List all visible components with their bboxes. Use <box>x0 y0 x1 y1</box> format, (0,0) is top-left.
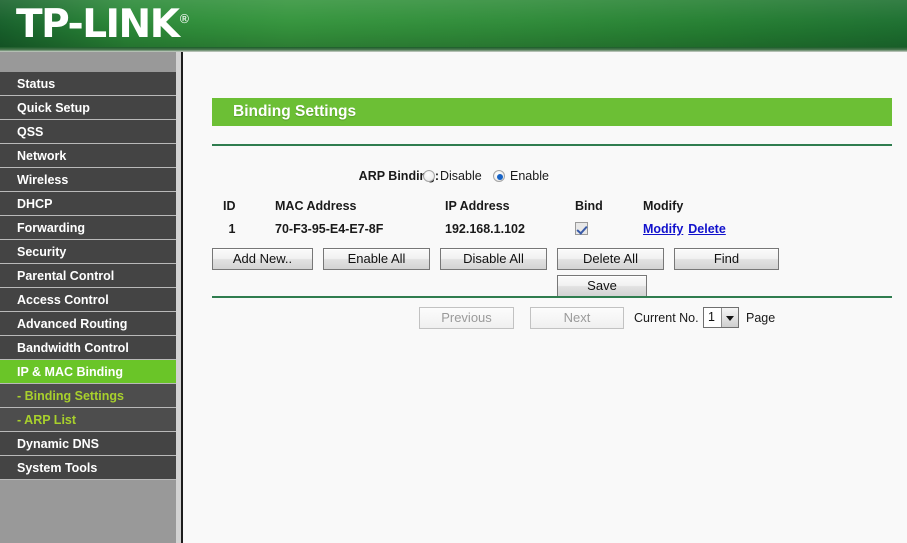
current-page-label: Current No. <box>634 311 699 325</box>
arp-binding-disable-option[interactable]: Disable <box>423 164 482 188</box>
column-header-id: ID <box>223 199 236 213</box>
main-content: Binding Settings ARP Binding: Disable En… <box>183 52 907 543</box>
radio-enable-icon[interactable] <box>493 170 505 182</box>
find-button[interactable]: Find <box>674 248 779 270</box>
delete-link[interactable]: Delete <box>688 222 726 236</box>
delete-all-button[interactable]: Delete All <box>557 248 664 270</box>
column-header-ip: IP Address <box>445 199 510 213</box>
sidebar-item-quick-setup[interactable]: Quick Setup <box>0 96 176 120</box>
arp-binding-enable-option[interactable]: Enable <box>493 164 549 188</box>
save-button[interactable]: Save <box>557 275 647 297</box>
table-row: 1 70-F3-95-E4-E7-8F 192.168.1.102 Modify… <box>183 218 907 241</box>
sidebar-item-arp-list[interactable]: - ARP List <box>0 408 176 432</box>
arp-enable-label: Enable <box>510 169 549 183</box>
arp-binding-label: ARP Binding: <box>358 169 439 183</box>
sidebar-item-bandwidth-control[interactable]: Bandwidth Control <box>0 336 176 360</box>
sidebar-item-network[interactable]: Network <box>0 144 176 168</box>
cell-modify: Modify Delete <box>643 218 731 241</box>
sidebar-item-parental-control[interactable]: Parental Control <box>0 264 176 288</box>
cell-ip: 192.168.1.102 <box>445 222 525 236</box>
action-button-row: Add New.. Enable All Disable All Delete … <box>183 248 907 272</box>
binding-table: ID MAC Address IP Address Bind Modify 1 … <box>183 195 907 241</box>
sidebar-item-security[interactable]: Security <box>0 240 176 264</box>
next-page-button[interactable]: Next <box>530 307 624 329</box>
sidebar-menu: Status Quick Setup QSS Network Wireless DHCP F… <box>0 72 176 480</box>
sidebar-nav: Status Quick Setup QSS Network Wireless DHCP F… <box>0 52 176 543</box>
pagination-row: Previous Next Current No. 1 Page <box>183 307 907 331</box>
sidebar-item-forwarding[interactable]: Forwarding <box>0 216 176 240</box>
page-title: Binding Settings <box>233 103 357 120</box>
page-suffix-label: Page <box>746 311 776 325</box>
table-header-row: ID MAC Address IP Address Bind Modify <box>183 195 907 218</box>
sidebar-item-dynamic-dns[interactable]: Dynamic DNS <box>0 432 176 456</box>
cell-bind <box>575 218 621 241</box>
sidebar-filler <box>0 480 176 543</box>
page-header: TP-LINK® <box>0 0 907 47</box>
sidebar-item-wireless[interactable]: Wireless <box>0 168 176 192</box>
sidebar-top-spacer <box>0 52 176 72</box>
column-header-modify: Modify <box>643 199 684 213</box>
content-divider-top <box>212 144 892 146</box>
radio-disable-icon[interactable] <box>423 170 435 182</box>
content-divider-bottom <box>212 296 892 298</box>
page-title-bar: Binding Settings <box>212 98 892 126</box>
router-admin-page: TP-LINK® Status Quick Setup QSS Network Wire… <box>0 0 907 543</box>
tplink-logo: TP-LINK® <box>16 0 190 47</box>
column-header-mac: MAC Address <box>275 199 357 213</box>
logo-text: TP-LINK <box>16 2 180 47</box>
previous-page-button[interactable]: Previous <box>419 307 514 329</box>
add-new-button[interactable]: Add New.. <box>212 248 313 270</box>
cell-id: 1 <box>228 222 236 236</box>
modify-link[interactable]: Modify <box>643 222 683 236</box>
page-number-select[interactable]: 1 <box>703 307 739 328</box>
cell-mac: 70-F3-95-E4-E7-8F <box>275 222 384 236</box>
sidebar-item-access-control[interactable]: Access Control <box>0 288 176 312</box>
enable-all-button[interactable]: Enable All <box>323 248 430 270</box>
sidebar-item-advanced-routing[interactable]: Advanced Routing <box>0 312 176 336</box>
sidebar-item-status[interactable]: Status <box>0 72 176 96</box>
bind-checkbox[interactable] <box>575 222 588 235</box>
sidebar-item-binding-settings[interactable]: - Binding Settings <box>0 384 176 408</box>
sidebar-item-qss[interactable]: QSS <box>0 120 176 144</box>
column-header-bind: Bind <box>575 199 603 213</box>
disable-all-button[interactable]: Disable All <box>440 248 547 270</box>
arp-disable-label: Disable <box>440 169 482 183</box>
registered-mark-icon: ® <box>178 12 191 26</box>
sidebar-item-dhcp[interactable]: DHCP <box>0 192 176 216</box>
chevron-down-icon[interactable] <box>721 308 738 327</box>
page-number-value: 1 <box>708 310 715 324</box>
arp-binding-row: ARP Binding: Disable Enable Save <box>183 164 907 297</box>
sidebar-item-system-tools[interactable]: System Tools <box>0 456 176 480</box>
sidebar-item-ip-mac-binding[interactable]: IP & MAC Binding <box>0 360 176 384</box>
